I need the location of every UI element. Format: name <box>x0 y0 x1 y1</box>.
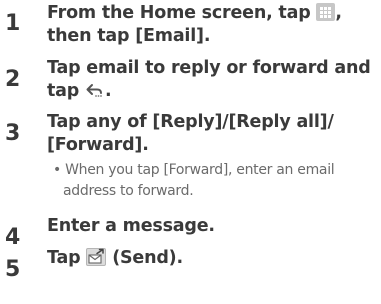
reply-arrow-icon <box>85 82 105 98</box>
step-text: From the Home screen, tap , then tap [Em… <box>47 2 377 48</box>
step-number: 3 <box>5 121 21 146</box>
note-text-line: address to forward. <box>63 183 194 199</box>
step-text: Tap (Send). <box>47 247 377 270</box>
step-text-part: Tap <box>47 248 87 268</box>
step-text-line: Enter a message. <box>47 216 215 236</box>
step-text-line: Tap any of [Reply]/[Reply all]/ <box>47 112 334 132</box>
step-text-part: (Send). <box>106 248 183 268</box>
step-text-part: , <box>335 3 342 23</box>
note-text-line: When you tap [Forward], enter an email <box>65 162 335 178</box>
step-number: 2 <box>5 67 21 92</box>
step-number: 1 <box>5 11 21 36</box>
step-text: Tap email to reply or forward and tap . <box>47 57 377 103</box>
step-text-part: tap <box>47 81 85 101</box>
step-text-part: . <box>105 81 112 101</box>
step-note: • When you tap [Forward], enter an email… <box>53 160 378 202</box>
step-number: 4 <box>5 225 21 250</box>
step-text-line: Tap email to reply or forward and <box>47 58 371 78</box>
step-text-part: From the Home screen, tap <box>47 3 317 23</box>
step-text: Tap any of [Reply]/[Reply all]/ [Forward… <box>47 111 377 157</box>
apps-grid-icon <box>316 3 336 21</box>
step-text-line: [Forward]. <box>47 135 149 155</box>
step-text: Enter a message. <box>47 215 377 238</box>
step-text-line: then tap [Email]. <box>47 26 211 46</box>
send-mail-icon <box>86 248 107 266</box>
step-number: 5 <box>5 257 21 282</box>
note-bullet: • <box>53 162 61 178</box>
